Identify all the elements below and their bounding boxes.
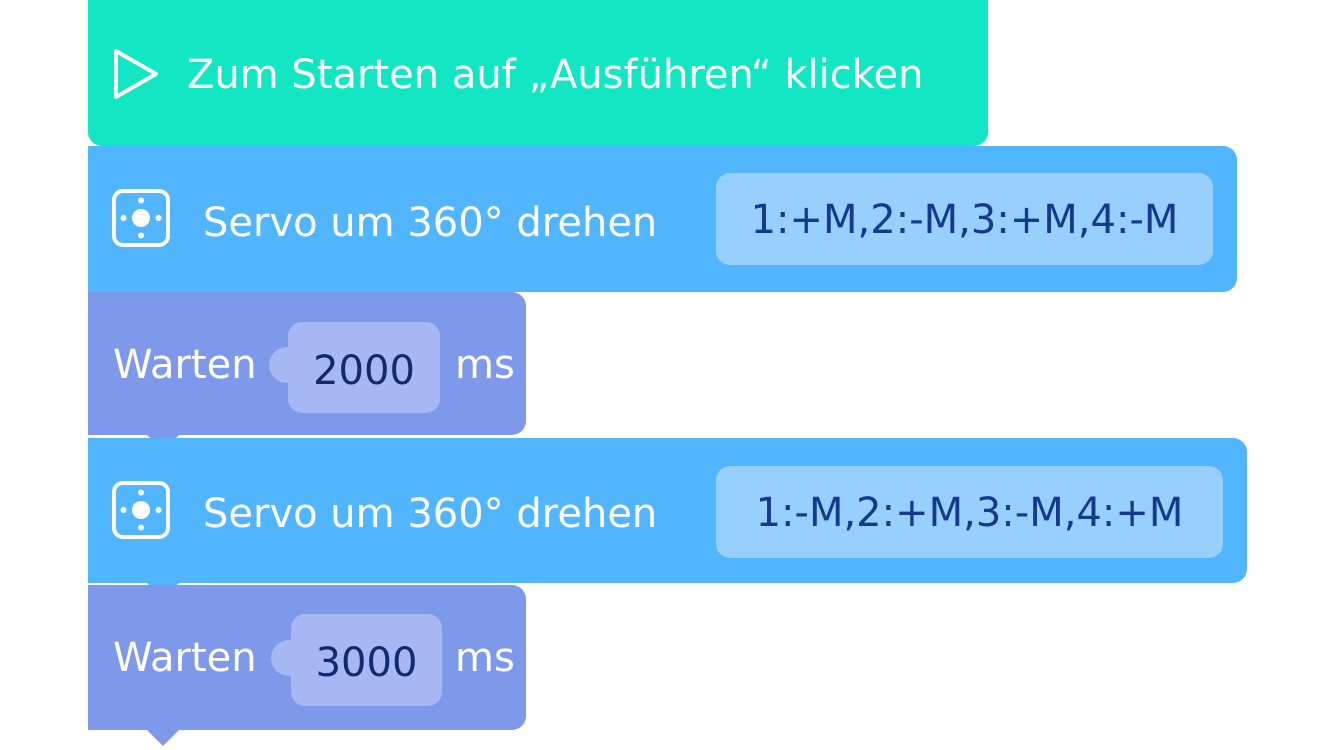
servo-direction-field[interactable]: 1:+M,2:-M,3:+M,4:-M bbox=[716, 173, 1213, 265]
start-block-label: Zum Starten auf „Ausführen“ klicken bbox=[187, 52, 924, 98]
play-icon bbox=[114, 49, 158, 99]
wait-block-label: Warten bbox=[113, 342, 257, 388]
servo-block-label: Servo um 360° drehen bbox=[203, 200, 658, 246]
wait-block-label: Warten bbox=[113, 635, 257, 681]
wait-unit-label: ms bbox=[455, 635, 515, 681]
servo-icon bbox=[112, 481, 170, 539]
wait-duration-field[interactable]: 3000 bbox=[291, 614, 442, 706]
servo-direction-field[interactable]: 1:-M,2:+M,3:-M,4:+M bbox=[716, 466, 1223, 558]
servo-block-label: Servo um 360° drehen bbox=[203, 491, 658, 537]
servo-icon bbox=[112, 189, 170, 247]
wait-unit-label: ms bbox=[455, 342, 515, 388]
wait-duration-field[interactable]: 2000 bbox=[288, 322, 440, 413]
wait-block-connector bbox=[146, 729, 180, 746]
program-canvas: Zum Starten auf „Ausführen“ klicken Serv… bbox=[0, 0, 1334, 750]
